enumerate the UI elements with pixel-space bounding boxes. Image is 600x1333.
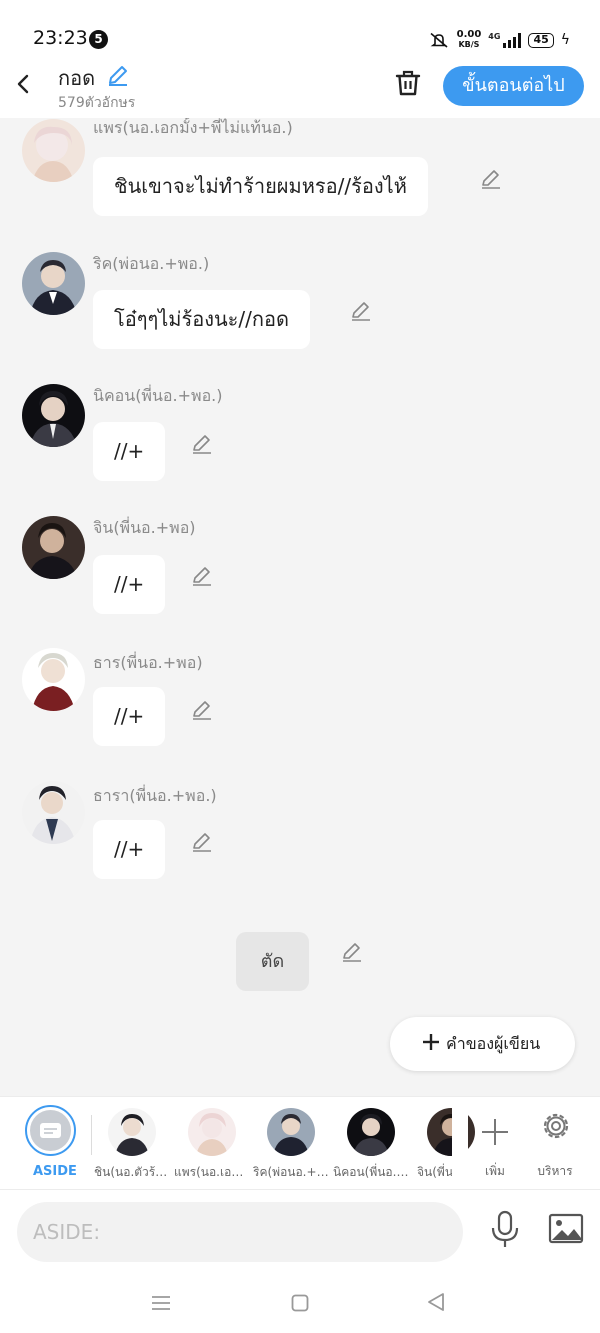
message-input[interactable] (17, 1202, 463, 1262)
shin-avatar (108, 1108, 156, 1156)
message-bubble[interactable]: ชินเขาจะไม่ทำร้ายผมหรอ//ร้องไห้ (93, 157, 428, 216)
status-time: 23:23 (33, 27, 88, 49)
character-chip[interactable]: ชิน(นอ.ตัวร้ายไม่ฆ่าคน) (94, 1105, 170, 1185)
add-label: เพิ่ม (485, 1164, 505, 1178)
manage-label: บริหาร (537, 1164, 573, 1178)
edit-icon[interactable] (191, 831, 213, 853)
avatar-image (22, 781, 85, 844)
edit-title-icon[interactable] (106, 63, 130, 87)
rick-avatar[interactable] (22, 252, 85, 315)
edit-icon[interactable] (191, 433, 213, 455)
avatar-image (22, 384, 85, 447)
edit-icon[interactable] (341, 941, 363, 963)
chat-area[interactable]: แพร(นอ.เอกมั้ง+พี่ไม่แท้นอ.) ชินเขาจะไม่… (0, 118, 600, 1096)
avatar-image (22, 648, 85, 711)
prae-avatar (188, 1108, 236, 1156)
character-label: ชิน(นอ.ตัวร้ายไม่ฆ่าคน) (94, 1165, 170, 1179)
character-chip[interactable]: แพร(นอ.เอกมั้ง+พี่ไม่แท้นอ.) (174, 1105, 250, 1185)
manage-button[interactable]: บริหาร (530, 1105, 582, 1180)
recent-apps-icon[interactable] (151, 1294, 171, 1312)
nikon-avatar (347, 1108, 395, 1156)
speaker-name: ริค(พ่อนอ.+พอ.) (93, 254, 210, 273)
next-step-button[interactable]: ขั้นตอนต่อไป (443, 66, 584, 106)
nikon-avatar[interactable] (22, 384, 85, 447)
message-bubble[interactable]: โอ๋ๆๆไม่ร้องนะ//กอด (93, 290, 310, 349)
edit-icon[interactable] (480, 168, 502, 190)
back-triangle-icon[interactable] (427, 1292, 445, 1312)
edit-icon[interactable] (191, 565, 213, 587)
character-label: แพร(นอ.เอกมั้ง+พี่ไม่แท้นอ.) (174, 1165, 250, 1179)
net-speed: 0.00 KB/S (456, 29, 482, 50)
message-bubble[interactable]: //+ (93, 687, 166, 746)
avatar-image (22, 252, 85, 315)
aside-selector[interactable] (25, 1105, 76, 1156)
charging-icon: ϟ (560, 32, 570, 48)
notification-badge: 5 (89, 30, 108, 49)
plus-icon (482, 1119, 508, 1145)
than-avatar[interactable] (22, 648, 85, 711)
edit-icon[interactable] (191, 699, 213, 721)
edit-icon[interactable] (350, 300, 372, 322)
author-words-button[interactable]: คำของผู้เขียน (390, 1017, 575, 1071)
add-character-button[interactable]: เพิ่ม (470, 1105, 520, 1180)
input-bar (0, 1189, 600, 1333)
signal-icon: 4G (488, 32, 522, 48)
speaker-name: ธารา(พี่นอ.+พอ.) (93, 786, 217, 805)
cut-marker[interactable]: ตัด (236, 932, 309, 991)
home-icon[interactable] (291, 1294, 309, 1312)
speaker-name: จิน(พี่นอ.+พอ) (93, 518, 196, 537)
character-chip[interactable]: ริค(พ่อนอ.+พอ.) (253, 1105, 329, 1185)
page-title[interactable]: กอด (58, 62, 95, 94)
battery-icon: 45 (528, 32, 554, 48)
aside-avatar (30, 1110, 71, 1151)
character-chip[interactable]: นิคอน(พี่นอ.+พอ.) (333, 1105, 409, 1185)
prae-avatar[interactable] (22, 119, 85, 182)
author-words-label: คำของผู้เขียน (446, 1034, 541, 1053)
gear-icon (543, 1113, 569, 1139)
message-bubble[interactable]: //+ (93, 422, 166, 481)
avatar-image (22, 119, 85, 182)
thara-avatar[interactable] (22, 781, 85, 844)
mute-bell-icon (430, 32, 448, 48)
microphone-icon[interactable] (490, 1210, 520, 1250)
plus-icon (423, 1034, 439, 1050)
image-icon[interactable] (548, 1212, 584, 1246)
message-bubble[interactable]: //+ (93, 820, 166, 879)
jin-avatar[interactable] (22, 516, 85, 579)
back-arrow-icon[interactable] (12, 68, 36, 100)
speaker-name: นิคอน(พี่นอ.+พอ.) (93, 386, 223, 405)
bar-clip (452, 1097, 468, 1189)
character-label: ริค(พ่อนอ.+พอ.) (253, 1165, 329, 1179)
divider (91, 1115, 92, 1155)
status-icons: 0.00 KB/S 4G 45 ϟ (428, 28, 570, 52)
character-label: นิคอน(พี่นอ.+พอ.) (333, 1165, 409, 1179)
chat-bubble-icon (40, 1123, 61, 1138)
message-bubble[interactable]: //+ (93, 555, 166, 614)
speaker-name: ธาร(พี่นอ.+พอ) (93, 653, 203, 672)
speaker-name: แพร(นอ.เอกมั้ง+พี่ไม่แท้นอ.) (93, 118, 293, 137)
editor-header: กอด 579ตัวอักษร ขั้นตอนต่อไป (0, 56, 600, 118)
avatar-image (22, 516, 85, 579)
trash-icon[interactable] (394, 68, 422, 98)
character-count: 579ตัวอักษร (58, 95, 136, 111)
character-bar: ASIDE ชิน(นอ.ตัวร้ายไม่ฆ่าคน) แพร(นอ.เอก… (0, 1096, 600, 1189)
rick-avatar (267, 1108, 315, 1156)
aside-label: ASIDE (33, 1164, 77, 1179)
